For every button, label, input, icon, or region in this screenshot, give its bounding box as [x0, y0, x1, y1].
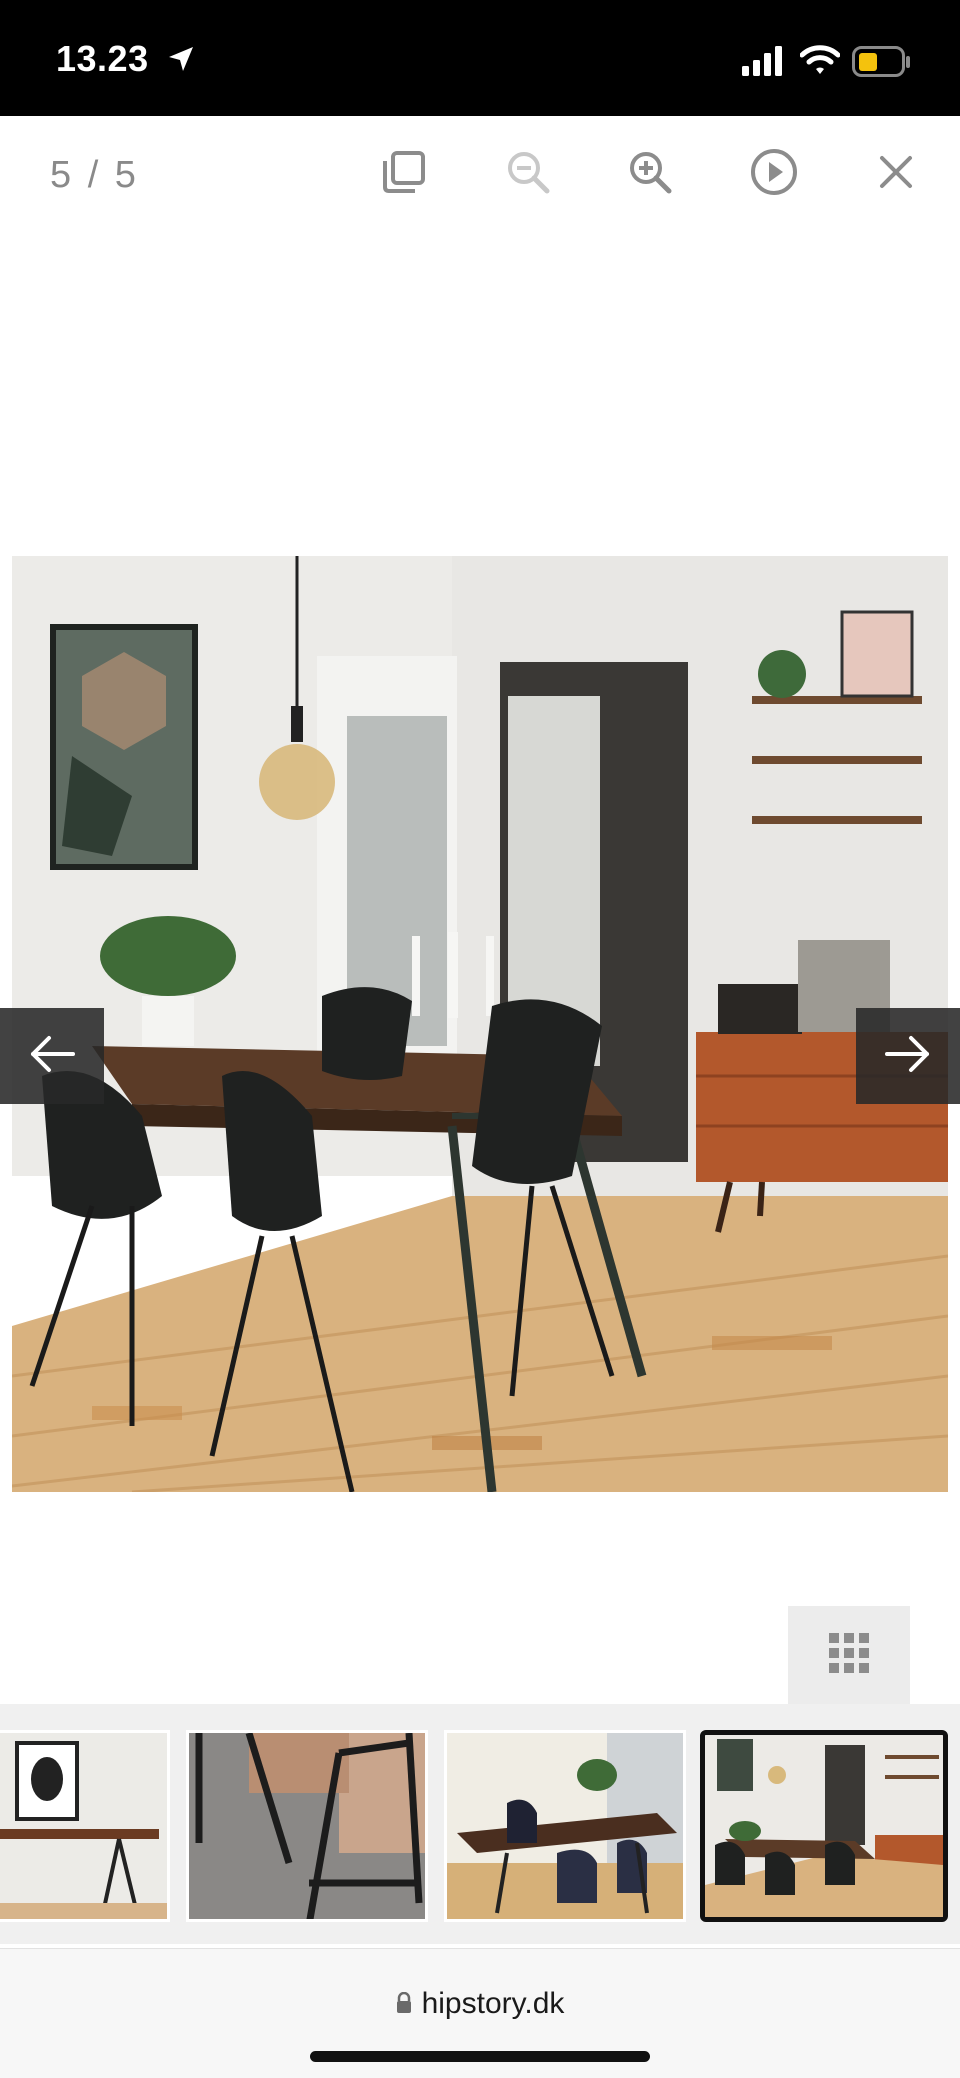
thumbnail-item-active[interactable]: [700, 1730, 948, 1922]
arrow-right-icon: [883, 1034, 933, 1079]
close-icon: [876, 152, 916, 197]
zoom-out-icon: [505, 149, 551, 200]
battery-icon: [852, 46, 912, 83]
zoom-in-button[interactable]: [620, 144, 680, 204]
thumbnail-item[interactable]: [186, 1730, 428, 1922]
lightbox-toolbar: 5 / 5: [0, 116, 960, 234]
wifi-icon: [799, 44, 841, 81]
close-button[interactable]: [866, 144, 926, 204]
zoom-in-icon: [627, 149, 673, 200]
home-indicator[interactable]: [310, 2051, 650, 2062]
prev-image-button[interactable]: [0, 1008, 104, 1104]
url-text: hipstory.dk: [421, 1987, 565, 2020]
lock-icon: [396, 1988, 412, 2022]
slideshow-play-button[interactable]: [744, 144, 804, 204]
fullscreen-button[interactable]: [374, 144, 434, 204]
fullscreen-icon: [381, 149, 427, 200]
cellular-signal-icon: [742, 46, 784, 81]
thumbnail-item[interactable]: [444, 1730, 686, 1922]
thumbnail-strip: [0, 1704, 960, 1944]
arrow-left-icon: [27, 1034, 77, 1079]
play-icon: [749, 147, 799, 202]
grid-icon: [827, 1631, 871, 1680]
status-bar: 13.23: [0, 0, 960, 116]
thumbnail-grid-toggle[interactable]: [788, 1606, 910, 1704]
next-image-button[interactable]: [856, 1008, 960, 1104]
thumbnail-item[interactable]: [0, 1730, 170, 1922]
main-photo-dining-room[interactable]: [12, 556, 948, 1492]
url-display[interactable]: hipstory.dk: [0, 1987, 960, 2022]
location-arrow-icon: [166, 44, 196, 79]
zoom-out-button[interactable]: [498, 144, 558, 204]
status-time: 13.23: [56, 38, 149, 79]
slide-counter: 5 / 5: [50, 154, 139, 196]
browser-address-bar[interactable]: hipstory.dk: [0, 1948, 960, 2078]
